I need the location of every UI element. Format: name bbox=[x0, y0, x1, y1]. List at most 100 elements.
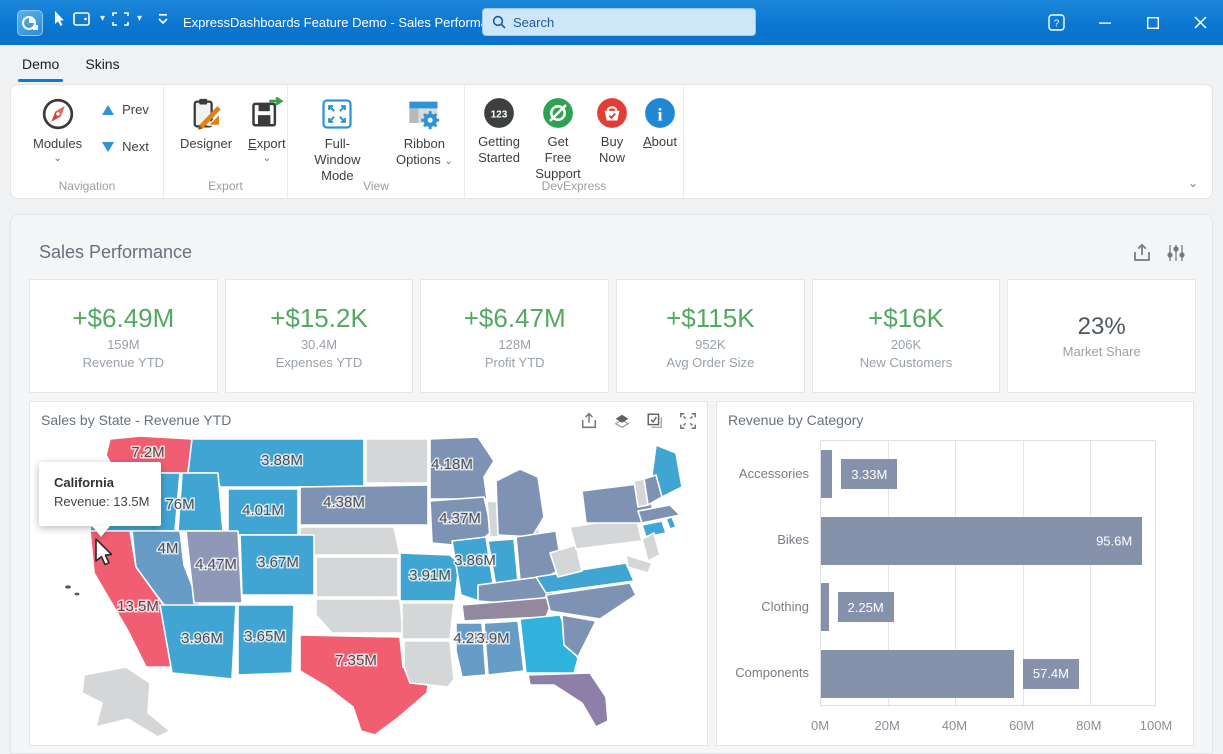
frame-icon[interactable] bbox=[112, 11, 130, 27]
panel-icon[interactable] bbox=[73, 11, 93, 27]
close-icon bbox=[1194, 16, 1207, 29]
chevron-down-icon[interactable]: ▾ bbox=[100, 14, 105, 24]
tooltip-value: Revenue: 13.5M bbox=[54, 494, 161, 509]
kpi-value: 23% bbox=[1078, 313, 1126, 341]
state-alaska[interactable] bbox=[82, 667, 170, 737]
map-value-label: 4.38M bbox=[323, 494, 365, 511]
state-kansas[interactable] bbox=[316, 557, 398, 597]
search-input[interactable] bbox=[513, 15, 733, 30]
state-north-dakota[interactable] bbox=[366, 439, 428, 483]
map-value-label: 4.18M bbox=[431, 456, 473, 473]
bar-accessories[interactable] bbox=[821, 450, 832, 498]
map-value-label: 3.9M bbox=[476, 630, 509, 647]
next-button[interactable]: Next bbox=[102, 139, 149, 154]
kpi-card-avg-order[interactable]: +$115K 952K Avg Order Size bbox=[616, 279, 805, 393]
ribbon-collapse-chevron[interactable]: ⌄ bbox=[1188, 176, 1198, 190]
get-free-support-button[interactable]: Get Free Support bbox=[529, 94, 587, 184]
about-button[interactable]: i About bbox=[637, 94, 683, 152]
getting-started-label: Getting Started bbox=[477, 134, 521, 166]
kpi-card-expenses[interactable]: +$15.2K 30.4M Expenses YTD bbox=[225, 279, 414, 393]
state-arkansas[interactable] bbox=[402, 603, 454, 639]
x-axis-tick: 40M bbox=[942, 718, 967, 733]
getting-started-button[interactable]: 123 Getting Started bbox=[471, 94, 527, 168]
ribbon-options-label: Ribbon Options ⌄ bbox=[391, 136, 458, 168]
designer-button[interactable]: Designer bbox=[174, 94, 238, 154]
quick-access-toolbar: ▾ ▾ bbox=[52, 11, 169, 27]
state-florida[interactable] bbox=[528, 673, 608, 727]
map-value-label: 4M bbox=[158, 540, 179, 557]
kpi-value: +$6.49M bbox=[72, 303, 174, 334]
chevron-down-icon[interactable]: ▾ bbox=[137, 14, 142, 24]
category-label: Bikes bbox=[717, 507, 809, 574]
get-free-support-label: Get Free Support bbox=[535, 134, 581, 182]
close-button[interactable] bbox=[1177, 0, 1223, 45]
sliders-icon[interactable] bbox=[1166, 243, 1186, 263]
kpi-row: +$6.49M 159M Revenue YTD +$15.2K 30.4M E… bbox=[29, 279, 1196, 393]
tab-demo[interactable]: Demo bbox=[22, 45, 59, 84]
ribbon-group-navigation: Modules ⌄ Prev Next Navigation bbox=[11, 85, 164, 198]
export-tray-icon[interactable] bbox=[1132, 243, 1152, 263]
export-floppy-icon bbox=[249, 96, 285, 132]
expand-icon[interactable] bbox=[679, 412, 697, 430]
chevron-down-icon: ⌄ bbox=[53, 156, 61, 162]
modules-button[interactable]: Modules ⌄ bbox=[27, 94, 88, 164]
group-label-export: Export bbox=[164, 179, 287, 193]
prev-button[interactable]: Prev bbox=[102, 102, 149, 117]
kpi-value: +$15.2K bbox=[270, 303, 368, 334]
tab-skins[interactable]: Skins bbox=[85, 45, 119, 84]
bar-clothing[interactable] bbox=[821, 583, 829, 631]
state-new-jersey[interactable] bbox=[642, 533, 660, 561]
category-label: Components bbox=[717, 640, 809, 707]
export-tray-icon[interactable] bbox=[580, 412, 598, 430]
ribbon-options-icon bbox=[406, 96, 442, 132]
layers-icon[interactable] bbox=[613, 412, 631, 430]
support-icon bbox=[541, 96, 575, 130]
kpi-card-new-customers[interactable]: +$16K 206K New Customers bbox=[812, 279, 1001, 393]
map-value-label: 76M bbox=[165, 496, 194, 513]
ribbon-options-button[interactable]: Ribbon Options ⌄ bbox=[385, 94, 464, 170]
kpi-label: Expenses YTD bbox=[276, 355, 362, 370]
kpi-value: +$16K bbox=[868, 303, 944, 334]
map-panel-title: Sales by State - Revenue YTD bbox=[41, 412, 231, 428]
qat-overflow-icon[interactable] bbox=[157, 12, 169, 26]
state-michigan[interactable] bbox=[496, 469, 544, 537]
bar-chart: 3.33M95.6M2.25M57.4M 0M20M40M60M80M100MA… bbox=[717, 440, 1195, 740]
minimize-icon bbox=[1099, 17, 1111, 29]
bar-bikes[interactable]: 95.6M bbox=[821, 517, 1142, 565]
search-box[interactable] bbox=[482, 8, 756, 36]
kpi-sub: 128M bbox=[498, 337, 531, 352]
map-value-label: 3.91M bbox=[409, 567, 451, 584]
bar-components[interactable] bbox=[821, 650, 1014, 698]
kpi-card-profit[interactable]: +$6.47M 128M Profit YTD bbox=[420, 279, 609, 393]
ribbon: Modules ⌄ Prev Next Navigation bbox=[10, 84, 1213, 199]
minimize-button[interactable] bbox=[1082, 0, 1128, 45]
category-label: Accessories bbox=[717, 440, 809, 507]
help-button[interactable]: ? bbox=[1033, 0, 1079, 45]
map-panel: Sales by State - Revenue YTD bbox=[29, 401, 708, 746]
bar-chart-panel: Revenue by Category 3.33M95.6M2.25M57.4M… bbox=[716, 401, 1194, 746]
export-button[interactable]: Export ⌄ bbox=[242, 94, 292, 164]
x-axis-tick: 80M bbox=[1076, 718, 1101, 733]
map-value-label: 13.5M bbox=[117, 598, 159, 615]
next-arrow-icon bbox=[102, 142, 114, 152]
group-label-devexpress: DevExpress bbox=[465, 179, 683, 193]
full-window-mode-button[interactable]: Full-Window Mode bbox=[296, 94, 379, 186]
app-icon[interactable] bbox=[17, 10, 43, 36]
state-rhode-island[interactable] bbox=[666, 517, 676, 529]
dashboard-surface: Sales Performance +$6.49M 159M Revenue Y… bbox=[10, 214, 1213, 754]
bar-value-label: 57.4M bbox=[1023, 659, 1079, 689]
map-value-label: 7.35M bbox=[335, 652, 377, 669]
state-nebraska[interactable] bbox=[300, 527, 400, 555]
prev-arrow-icon bbox=[102, 105, 114, 115]
kpi-card-revenue[interactable]: +$6.49M 159M Revenue YTD bbox=[29, 279, 218, 393]
kpi-card-market-share[interactable]: 23% Market Share bbox=[1007, 279, 1196, 393]
x-axis-tick: 0M bbox=[811, 718, 829, 733]
about-label: About bbox=[643, 134, 677, 150]
state-oklahoma[interactable] bbox=[316, 599, 403, 633]
buy-now-button[interactable]: Buy Now bbox=[589, 94, 635, 168]
tooltip-title: California bbox=[54, 475, 161, 490]
multiselect-icon[interactable] bbox=[646, 412, 664, 430]
cursor-icon[interactable] bbox=[52, 11, 66, 27]
maximize-button[interactable] bbox=[1130, 0, 1176, 45]
state-louisiana[interactable] bbox=[404, 641, 454, 687]
